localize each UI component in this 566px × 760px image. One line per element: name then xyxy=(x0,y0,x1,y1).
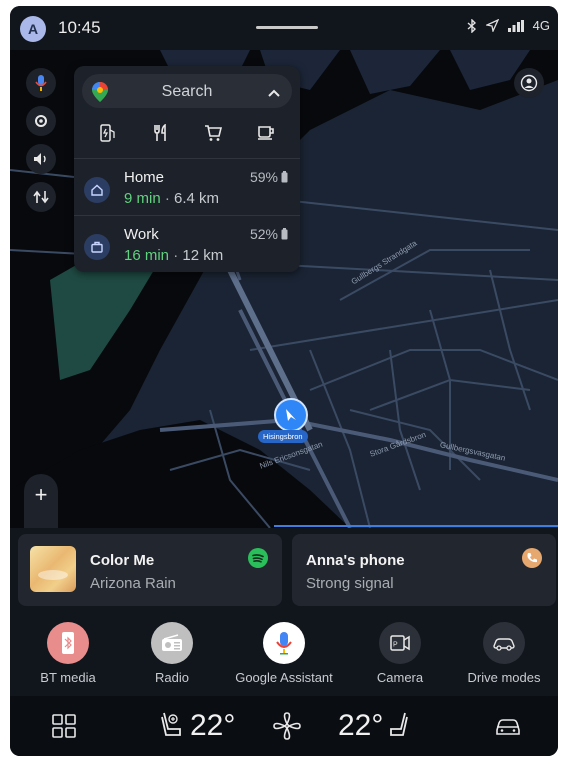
app-grid-icon xyxy=(52,714,76,738)
volume-icon[interactable] xyxy=(26,144,56,174)
coffee-icon[interactable] xyxy=(249,118,283,148)
car-icon xyxy=(496,719,520,735)
vehicle-button[interactable] xyxy=(494,696,522,756)
passenger-seat-icon xyxy=(390,712,409,736)
driver-climate[interactable]: 22° xyxy=(158,696,235,756)
destination-eta: 9 min · 6.4 km xyxy=(124,190,220,207)
media-artist: Arizona Rain xyxy=(90,575,176,592)
app-radio[interactable]: Radio xyxy=(120,622,224,685)
restaurant-icon[interactable] xyxy=(144,118,178,148)
ev-charging-icon[interactable] xyxy=(91,118,125,148)
settings-icon[interactable] xyxy=(26,106,56,136)
home-icon xyxy=(84,177,110,203)
app-camera[interactable]: P Camera xyxy=(348,622,452,685)
camera-icon: P xyxy=(379,622,421,664)
radio-icon xyxy=(151,622,193,664)
location-arrow-icon xyxy=(485,19,499,32)
driver-temperature: 22° xyxy=(190,709,236,742)
svg-text:P: P xyxy=(393,642,398,649)
destination-name: Work xyxy=(124,226,159,243)
app-grid-button[interactable] xyxy=(52,696,76,756)
google-assistant-icon xyxy=(263,622,305,664)
clock: 10:45 xyxy=(58,18,101,37)
fan-icon xyxy=(273,712,301,740)
app-label: Camera xyxy=(376,670,424,685)
battery-icon xyxy=(281,171,288,183)
chevron-up-icon[interactable] xyxy=(268,85,280,103)
driver-seat-heat-icon xyxy=(161,712,181,736)
status-icons: 4G xyxy=(467,18,550,33)
destination-eta: 16 min · 12 km xyxy=(124,247,224,264)
search-placeholder: Search xyxy=(161,83,213,100)
system-bar: 22° 22° xyxy=(10,696,558,756)
card-row: Color Me Arizona Rain Anna's phone Stron… xyxy=(10,528,558,614)
media-title: Color Me xyxy=(90,552,155,569)
current-location-pin[interactable] xyxy=(274,398,308,432)
location-label: Hisingsbron xyxy=(258,430,308,443)
app-label: Drive modes xyxy=(467,670,541,685)
search-panel: Search Home 9 min · 6.4 km 59% Work 16 m… xyxy=(74,66,300,272)
signal-icon xyxy=(507,19,524,32)
passenger-temperature: 22° xyxy=(338,709,384,742)
car-display: A 10:45 4G Gullbergs Strandgata Gullberg… xyxy=(10,6,558,756)
app-launcher-row: BT media Radio Google Assistant P Camera… xyxy=(10,614,558,696)
search-input[interactable]: Search xyxy=(82,74,292,108)
app-label: Radio xyxy=(155,670,189,685)
app-drive-modes[interactable]: Drive modes xyxy=(452,622,556,685)
destination-home[interactable]: Home 9 min · 6.4 km 59% xyxy=(74,158,300,215)
arrival-battery: 59% xyxy=(250,169,288,185)
passenger-climate[interactable]: 22° xyxy=(338,696,411,756)
drag-handle[interactable] xyxy=(256,26,318,29)
app-bt-media[interactable]: BT media xyxy=(16,622,120,685)
album-art xyxy=(30,546,76,592)
app-label: Google Assistant xyxy=(235,670,333,685)
zoom-out-button[interactable]: − xyxy=(24,516,58,528)
map-left-rail xyxy=(26,68,56,212)
bluetooth-icon xyxy=(467,18,477,33)
shopping-cart-icon[interactable] xyxy=(196,118,230,148)
fan-button[interactable] xyxy=(272,696,302,756)
category-shortcuts xyxy=(82,118,292,148)
status-bar: A 10:45 4G xyxy=(10,6,558,50)
phone-status: Strong signal xyxy=(306,575,394,592)
briefcase-icon xyxy=(84,234,110,260)
battery-icon xyxy=(281,228,288,240)
spotify-icon xyxy=(248,548,268,568)
navigation-arrow-icon xyxy=(286,409,296,421)
network-type: 4G xyxy=(532,18,550,33)
phone-name: Anna's phone xyxy=(306,552,405,569)
drive-modes-icon xyxy=(483,622,525,664)
phone-card[interactable]: Anna's phone Strong signal xyxy=(292,534,556,606)
app-label: BT media xyxy=(40,670,96,685)
avatar[interactable]: A xyxy=(20,16,46,42)
bt-media-icon xyxy=(47,622,89,664)
app-google-assistant[interactable]: Google Assistant xyxy=(232,622,336,685)
microphone-icon[interactable] xyxy=(26,68,56,98)
arrival-battery: 52% xyxy=(250,226,288,242)
zoom-controls: + − xyxy=(24,474,58,528)
destination-work[interactable]: Work 16 min · 12 km 52% xyxy=(74,215,300,272)
destination-name: Home xyxy=(124,169,165,186)
zoom-in-button[interactable]: + xyxy=(24,474,58,516)
route-options-icon[interactable] xyxy=(26,182,56,212)
account-icon[interactable] xyxy=(514,68,544,98)
phone-icon xyxy=(522,548,542,568)
media-card[interactable]: Color Me Arizona Rain xyxy=(18,534,282,606)
